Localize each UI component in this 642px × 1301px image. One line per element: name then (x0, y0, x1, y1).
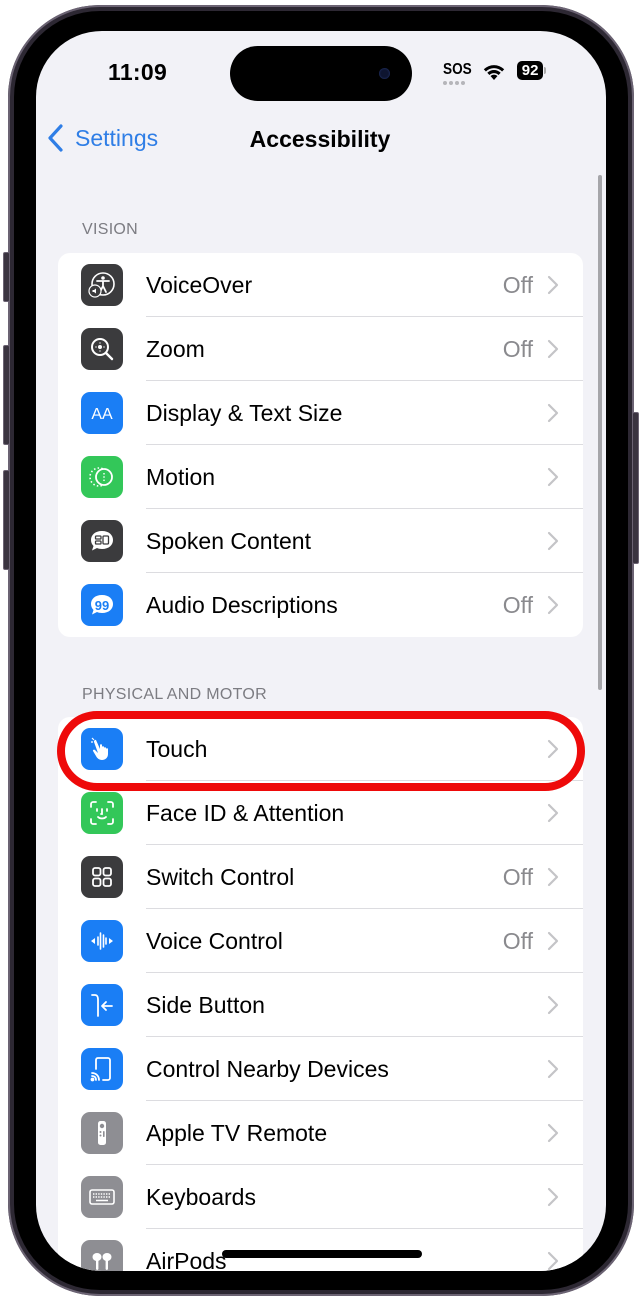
chevron-right-icon (547, 403, 559, 423)
text-size-icon: AA (81, 392, 123, 434)
nearby-devices-icon (81, 1048, 123, 1090)
spoken-content-icon (81, 520, 123, 562)
audio-descriptions-icon: 99 (81, 584, 123, 626)
row-label: Voice Control (146, 927, 283, 954)
volume-down-button (3, 470, 10, 570)
row-label: Side Button (146, 991, 265, 1018)
screen: 11:09 SOS 92 Settings Accessibility VISI… (36, 31, 606, 1271)
dynamic-island (230, 46, 412, 101)
keyboard-icon (81, 1176, 123, 1218)
row-value: Off (502, 591, 533, 618)
voiceover-icon (81, 264, 123, 306)
battery-tip (544, 67, 547, 74)
zoom-icon (81, 328, 123, 370)
chevron-right-icon (547, 803, 559, 823)
chevron-right-icon (547, 1059, 559, 1079)
row-label: Spoken Content (146, 527, 311, 554)
page-title: Accessibility (249, 126, 391, 152)
row-label: Audio Descriptions (146, 591, 338, 618)
tv-remote-icon (81, 1112, 123, 1154)
motion-icon (81, 456, 123, 498)
signal-dots-icon (443, 81, 477, 85)
chevron-right-icon (547, 339, 559, 359)
row-audio-descriptions[interactable]: 99 Audio Descriptions Off (58, 573, 583, 637)
voice-control-icon (81, 920, 123, 962)
face-id-icon (81, 792, 123, 834)
status-indicators: SOS 92 (443, 61, 547, 91)
wifi-icon (483, 65, 504, 80)
sos-indicator: SOS (443, 61, 477, 85)
physical-motor-group: Touch Face ID & Attention Switch Control… (58, 717, 583, 1271)
power-button (632, 412, 639, 564)
chevron-right-icon (547, 867, 559, 887)
switch-control-icon (81, 856, 123, 898)
chevron-right-icon (547, 467, 559, 487)
section-header-physical-motor: PHYSICAL AND MOTOR (82, 686, 267, 703)
row-label: AirPods (146, 1247, 227, 1272)
airpods-icon (81, 1240, 123, 1271)
chevron-right-icon (547, 595, 559, 615)
row-touch[interactable]: Touch (58, 717, 583, 781)
touch-hand-icon (81, 728, 123, 770)
row-label: Keyboards (146, 1183, 256, 1210)
row-label: Touch (146, 735, 208, 762)
row-label: Apple TV Remote (146, 1119, 328, 1146)
svg-text:99: 99 (95, 598, 109, 613)
row-apple-tv-remote[interactable]: Apple TV Remote (58, 1101, 583, 1165)
row-label: Face ID & Attention (146, 799, 345, 826)
chevron-right-icon (547, 275, 559, 295)
sos-label: SOS (443, 61, 472, 78)
chevron-right-icon (547, 1187, 559, 1207)
section-header-vision: VISION (82, 221, 139, 238)
row-label: Switch Control (146, 863, 295, 890)
chevron-right-icon (547, 1251, 559, 1271)
chevron-right-icon (547, 739, 559, 759)
side-button-icon (81, 984, 123, 1026)
scrollbar[interactable] (598, 175, 602, 690)
status-time: 11:09 (108, 59, 168, 85)
front-camera (379, 68, 390, 79)
row-side-button[interactable]: Side Button (58, 973, 583, 1037)
row-label: Zoom (146, 335, 205, 362)
row-value: Off (502, 271, 533, 298)
chevron-right-icon (547, 931, 559, 951)
svg-text:AA: AA (91, 406, 113, 423)
row-value: Off (502, 335, 533, 362)
row-motion[interactable]: Motion (58, 445, 583, 509)
row-voiceover[interactable]: VoiceOver Off (58, 253, 583, 317)
vision-group: VoiceOver Off Zoom Off AA Display & Text… (58, 253, 583, 637)
row-zoom[interactable]: Zoom Off (58, 317, 583, 381)
row-label: Control Nearby Devices (146, 1055, 389, 1082)
row-keyboards[interactable]: Keyboards (58, 1165, 583, 1229)
row-display-text-size[interactable]: AA Display & Text Size (58, 381, 583, 445)
volume-up-button (3, 345, 10, 445)
row-face-id-attention[interactable]: Face ID & Attention (58, 781, 583, 845)
action-button (3, 252, 10, 302)
home-indicator[interactable] (222, 1250, 422, 1258)
chevron-right-icon (547, 995, 559, 1015)
row-spoken-content[interactable]: Spoken Content (58, 509, 583, 573)
row-value: Off (502, 927, 533, 954)
row-switch-control[interactable]: Switch Control Off (58, 845, 583, 909)
row-label: Motion (146, 463, 216, 490)
chevron-right-icon (547, 1123, 559, 1143)
row-voice-control[interactable]: Voice Control Off (58, 909, 583, 973)
row-label: VoiceOver (146, 271, 253, 298)
battery-indicator: 92 (516, 61, 544, 80)
row-value: Off (502, 863, 533, 890)
row-control-nearby-devices[interactable]: Control Nearby Devices (58, 1037, 583, 1101)
row-label: Display & Text Size (146, 399, 343, 426)
chevron-right-icon (547, 531, 559, 551)
